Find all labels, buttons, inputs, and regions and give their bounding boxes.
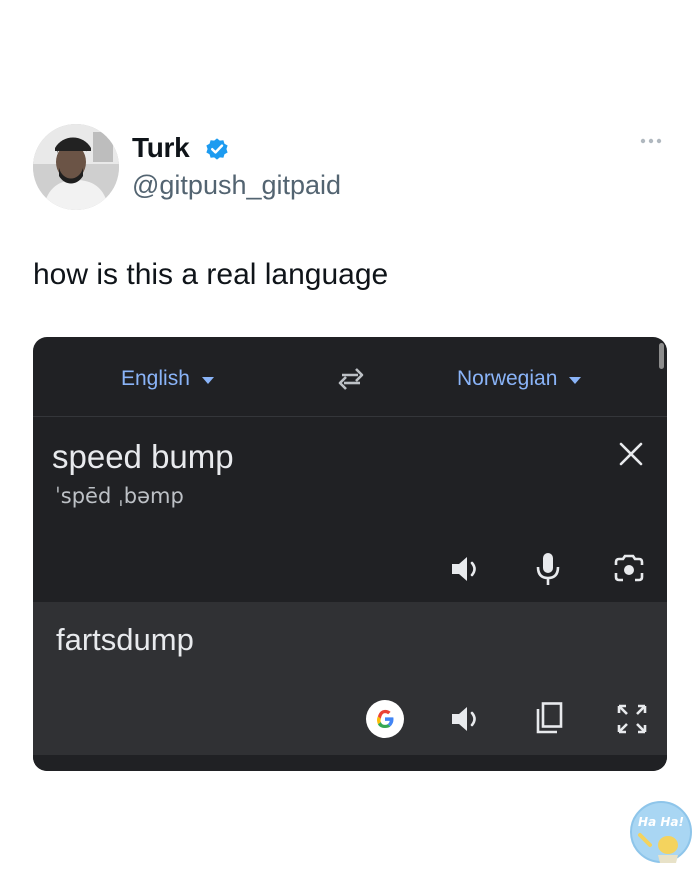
translate-screenshot: English Norwegian speed bump ˈspēd ˌbəmp [33, 337, 667, 771]
more-options-icon[interactable] [639, 136, 663, 146]
avatar[interactable] [33, 124, 119, 210]
copy-icon[interactable] [534, 701, 564, 735]
verified-badge-icon [206, 138, 228, 160]
phonetic-transcription: ˈspēd ˌbəmp [55, 484, 184, 508]
card-footer [33, 755, 667, 771]
target-language-label: Norwegian [457, 367, 558, 390]
haha-watermark-logo: Ha Ha! [628, 799, 694, 865]
source-panel[interactable]: speed bump ˈspēd ˌbəmp [33, 418, 667, 602]
close-icon[interactable] [618, 441, 644, 467]
watermark-text: Ha Ha! [638, 815, 684, 829]
source-language-label: English [121, 367, 190, 390]
target-language-button[interactable]: Norwegian [457, 367, 582, 391]
speaker-icon[interactable] [449, 704, 483, 734]
source-text[interactable]: speed bump [52, 438, 234, 476]
swap-languages-icon[interactable] [335, 367, 367, 393]
caret-down-icon [201, 377, 214, 384]
result-panel: fartsdump [33, 602, 667, 755]
avatar-image [33, 124, 119, 210]
user-handle[interactable]: @gitpush_gitpaid [132, 170, 341, 201]
speaker-icon[interactable] [449, 554, 483, 584]
fullscreen-icon[interactable] [616, 703, 648, 735]
source-language-button[interactable]: English [121, 367, 214, 391]
camera-translate-icon[interactable] [613, 553, 645, 585]
tweet-header: Turk @gitpush_gitpaid [33, 124, 673, 214]
caret-down-icon [569, 377, 582, 384]
google-logo-icon[interactable] [365, 699, 405, 739]
result-text: fartsdump [56, 622, 194, 657]
display-name[interactable]: Turk [132, 132, 190, 164]
microphone-icon[interactable] [535, 551, 561, 587]
tweet-text: how is this a real language [33, 258, 389, 291]
language-bar: English Norwegian [33, 337, 667, 417]
